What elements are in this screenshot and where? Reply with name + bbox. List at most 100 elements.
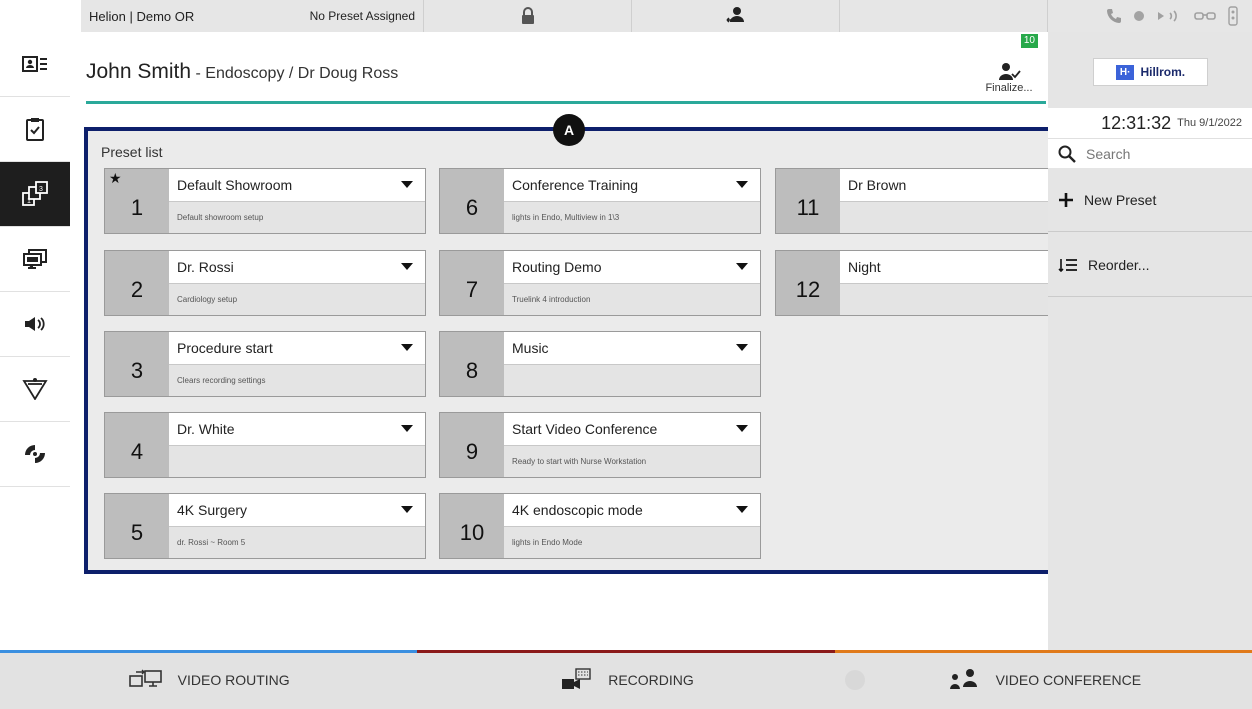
chevron-down-icon[interactable]	[401, 506, 413, 513]
chevron-down-icon[interactable]	[736, 506, 748, 513]
top-bar-spacer	[0, 0, 81, 32]
clock-time: 12:31:32	[1101, 112, 1172, 133]
preset-name: Music	[504, 332, 760, 364]
device-status	[1048, 0, 1252, 32]
preset-card[interactable]: 10 4K endoscopic mode lights in Endo Mode	[439, 493, 761, 559]
preset-card[interactable]: 4 Dr. White	[104, 412, 426, 478]
nav-presets[interactable]: 13	[0, 162, 70, 227]
conference-status-indicator	[844, 670, 865, 690]
top-bar-empty-slot	[840, 0, 1048, 32]
chevron-down-icon[interactable]	[401, 344, 413, 351]
clock-date: Thu 9/1/2022	[1177, 117, 1242, 129]
tab-video-conference[interactable]: VIDEO CONFERENCE	[834, 650, 1252, 709]
preset-card[interactable]: 1 ★ Default Showroom Default showroom setup	[104, 168, 426, 234]
chevron-down-icon[interactable]	[736, 263, 748, 270]
hillrom-logo[interactable]: H· Hillrom.	[1093, 58, 1208, 86]
video-routing-icon	[128, 669, 162, 687]
nav-surgical-lights[interactable]	[0, 357, 70, 422]
video-conference-icon	[949, 668, 977, 689]
patient-header: John Smith - Endoscopy / Dr Doug Ross 10…	[86, 32, 1046, 104]
svg-text:1: 1	[27, 198, 31, 205]
nav-displays[interactable]	[0, 227, 70, 292]
recording-icon	[562, 667, 591, 689]
id-card-icon	[22, 56, 47, 72]
preset-list-title: Preset list	[101, 144, 163, 160]
preset-number: 3	[105, 332, 169, 396]
wireless-icon	[1158, 10, 1177, 22]
preset-number: 12	[776, 251, 840, 315]
preset-number: 10	[440, 494, 504, 558]
tab-video-conference-label: VIDEO CONFERENCE	[995, 671, 1142, 688]
presets-icon: 13	[22, 181, 48, 206]
preset-card[interactable]: 8 Music	[439, 331, 761, 397]
nav-cameras[interactable]	[0, 422, 70, 487]
preset-description: Truelink 4 introduction	[504, 283, 760, 315]
lock-button[interactable]	[424, 0, 632, 32]
new-preset-label: New Preset	[1084, 191, 1157, 208]
record-dot-icon	[1134, 11, 1144, 21]
patient-title: John Smith - Endoscopy / Dr Doug Ross	[86, 60, 398, 84]
svg-text:3: 3	[39, 186, 43, 193]
preset-description: Cardiology setup	[169, 283, 425, 315]
preset-number: 8	[440, 332, 504, 396]
chevron-down-icon[interactable]	[401, 263, 413, 270]
preset-status: No Preset Assigned	[309, 9, 415, 23]
chevron-down-icon[interactable]	[736, 344, 748, 351]
user-switch-button[interactable]	[632, 0, 840, 32]
preset-number: 4	[105, 413, 169, 477]
preset-description	[169, 445, 425, 477]
preset-number: 5	[105, 494, 169, 558]
preset-card[interactable]: 6 Conference Training lights in Endo, Mult…	[439, 168, 761, 234]
new-preset-button[interactable]: New Preset	[1048, 168, 1252, 232]
nav-audio[interactable]	[0, 292, 70, 357]
preset-description: Ready to start with Nurse Workstation	[504, 445, 760, 477]
chevron-down-icon[interactable]	[401, 425, 413, 432]
tab-recording-label: RECORDING	[608, 671, 694, 688]
search-field[interactable]: Search	[1048, 138, 1252, 168]
tab-video-routing-indicator	[0, 650, 418, 653]
preset-card[interactable]: 2 Dr. Rossi Cardiology setup	[104, 250, 426, 316]
reorder-button[interactable]: Reorder...	[1048, 233, 1252, 297]
preset-name: Conference Training	[504, 169, 760, 201]
tab-video-routing[interactable]: VIDEO ROUTING	[0, 650, 418, 709]
tab-recording[interactable]: RECORDING	[417, 650, 835, 709]
preset-name: Dr. White	[169, 413, 425, 445]
finalize-label: Finalize...	[985, 82, 1033, 94]
header-accent-line	[86, 101, 1046, 104]
room-info[interactable]: Helion | Demo OR No Preset Assigned	[81, 0, 424, 32]
camera-control-icon	[25, 445, 45, 463]
tab-video-conference-indicator	[834, 650, 1252, 653]
preset-card[interactable]: 5 4K Surgery dr. Rossi ~ Room 5	[104, 493, 426, 559]
glasses-icon	[1194, 12, 1216, 20]
hillrom-mark: H·	[1115, 64, 1135, 80]
remote-icon	[1228, 6, 1238, 26]
bottom-tab-bar: VIDEO ROUTING RECORDING VIDEO CONFERENCE	[0, 650, 1252, 709]
preset-number: 9	[440, 413, 504, 477]
preset-name: 4K Surgery	[169, 494, 425, 526]
preset-description: lights in Endo, Multiview in 1\3	[504, 201, 760, 233]
nav-checklist[interactable]	[0, 97, 70, 162]
preset-card[interactable]: 9 Start Video Conference Ready to start wi…	[439, 412, 761, 478]
chevron-down-icon[interactable]	[401, 181, 413, 188]
chevron-down-icon[interactable]	[736, 425, 748, 432]
preset-card[interactable]: 7 Routing Demo Truelink 4 introduction	[439, 250, 761, 316]
preset-number: 6	[440, 169, 504, 233]
tab-recording-indicator	[417, 650, 835, 653]
chevron-down-icon[interactable]	[736, 181, 748, 188]
clock: 12:31:32 Thu 9/1/2022	[1048, 108, 1252, 138]
monitors-icon	[23, 249, 47, 269]
preset-number: 7	[440, 251, 504, 315]
room-name: Helion | Demo OR	[89, 8, 195, 24]
reorder-icon	[1058, 258, 1077, 272]
top-status-bar: Helion | Demo OR No Preset Assigned	[0, 0, 1252, 32]
preset-description: dr. Rossi ~ Room 5	[169, 526, 425, 558]
preset-number: 2	[105, 251, 169, 315]
preset-card[interactable]: 3 Procedure start Clears recording setting…	[104, 331, 426, 397]
phone-icon	[1107, 9, 1121, 23]
surgical-light-icon	[22, 378, 48, 400]
procedure-info: - Endoscopy / Dr Doug Ross	[191, 65, 399, 82]
preset-name: Procedure start	[169, 332, 425, 364]
nav-patient-card[interactable]	[0, 32, 70, 97]
preset-name: Start Video Conference	[504, 413, 760, 445]
finalize-button[interactable]: 10 Finalize...	[979, 32, 1039, 100]
